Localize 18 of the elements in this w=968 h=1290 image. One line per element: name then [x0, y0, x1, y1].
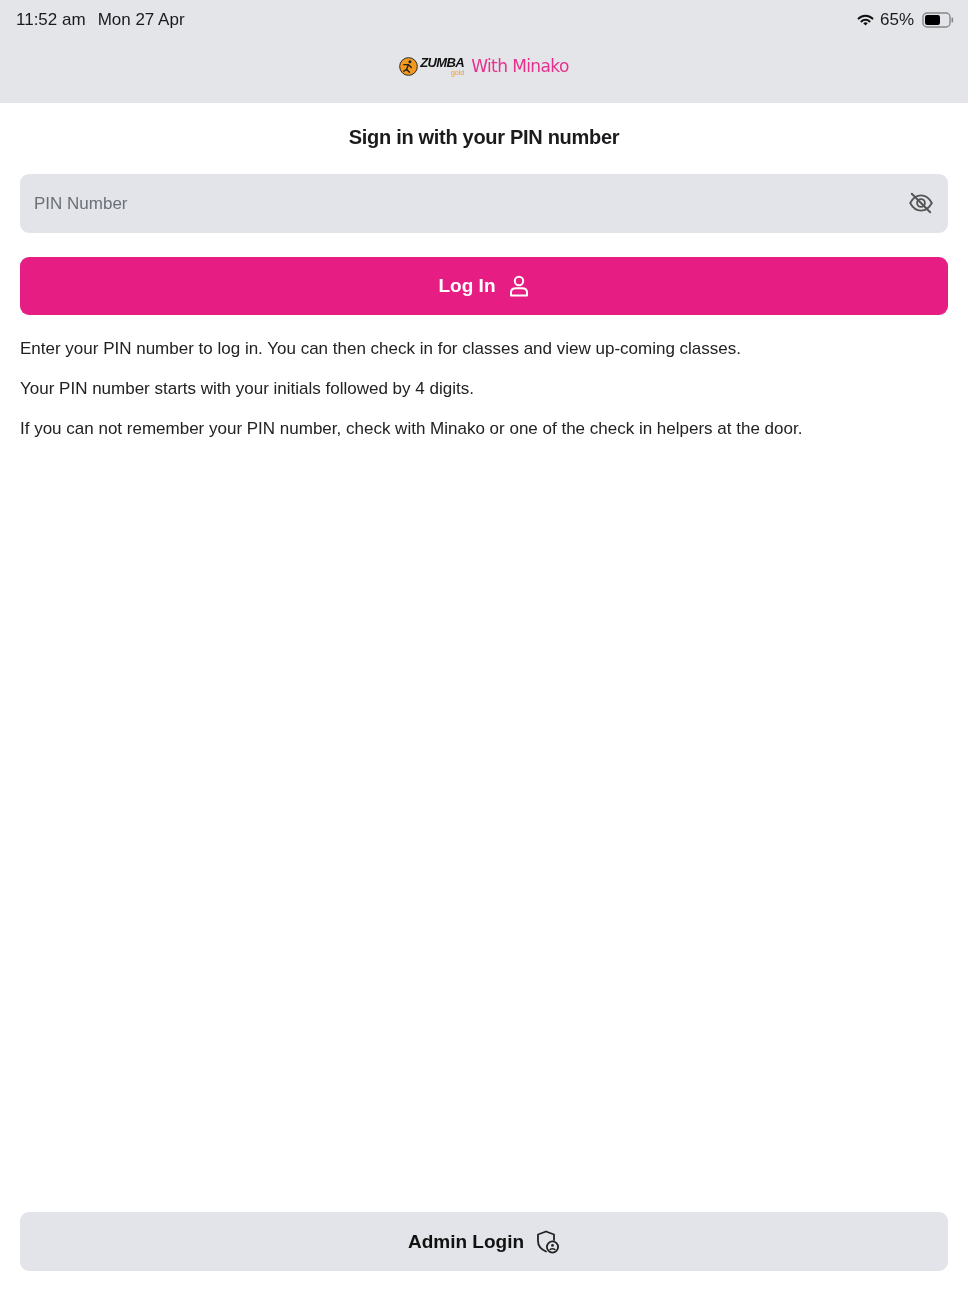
shield-user-icon	[536, 1229, 561, 1254]
log-in-button[interactable]: Log In	[20, 257, 948, 315]
eye-slash-icon[interactable]	[908, 190, 934, 216]
wifi-icon	[855, 13, 875, 27]
page-title: Sign in with your PIN number	[347, 126, 621, 149]
status-date: Mon 27 Apr	[97, 10, 185, 30]
battery-percentage: 65%	[879, 10, 914, 30]
status-time: 11:52 am	[16, 10, 86, 30]
info-text: If you can not remember your PIN number, check with Minako or one of the check in helpers at the door.	[20, 418, 804, 440]
dancer-logo-icon	[399, 56, 419, 76]
admin-login-button[interactable]: Admin Login	[20, 1212, 948, 1271]
pin-input-field[interactable]: PIN Number	[20, 174, 948, 233]
logo-wordmark: ZUMBA	[420, 56, 465, 69]
logo-tagline: With Minako	[471, 56, 569, 76]
info-text: Your PIN number starts with your initials followed by 4 digits.	[20, 378, 475, 400]
battery-icon	[922, 12, 954, 28]
info-text: Enter your PIN number to log in. You can then check in for classes and view up-coming classes.	[20, 338, 742, 360]
user-icon	[509, 275, 530, 297]
